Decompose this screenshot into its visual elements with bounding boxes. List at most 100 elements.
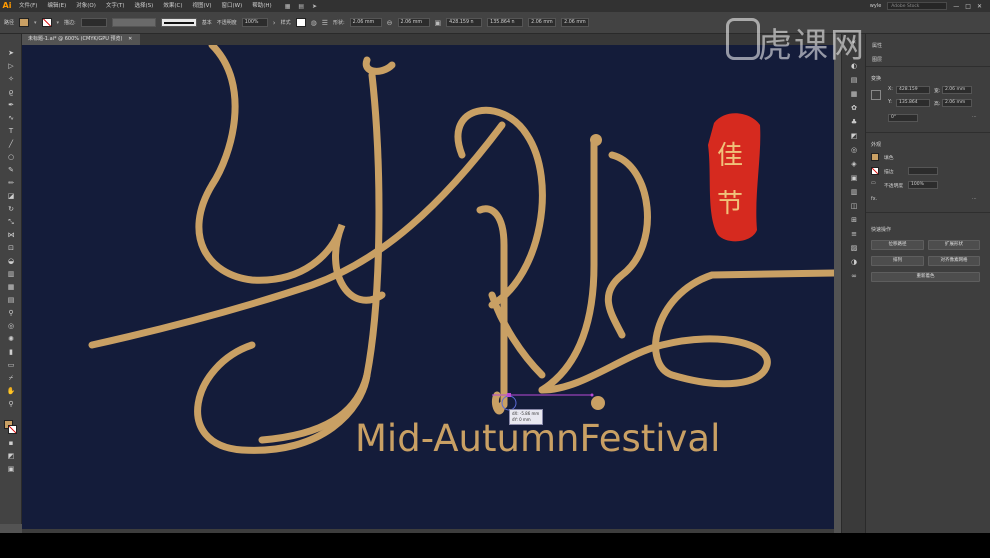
eyedropper-tool-icon[interactable]: ⚲ [5, 308, 17, 318]
appearance-fill-swatch[interactable] [871, 153, 879, 161]
magic-wand-tool-icon[interactable]: ✧ [5, 74, 17, 84]
symbols-icon[interactable]: ♣ [849, 118, 859, 127]
artboards-icon[interactable]: ▣ [849, 174, 859, 183]
stroke-color-swatch[interactable] [8, 425, 17, 434]
stroke-swatch[interactable] [41, 18, 52, 27]
recolor-button[interactable]: 重新着色 [871, 272, 980, 282]
arrange-documents-icon[interactable]: ▤ [298, 3, 304, 10]
free-transform-tool-icon[interactable]: ⊡ [5, 243, 17, 253]
eraser-tool-icon[interactable]: ◪ [5, 191, 17, 201]
more-options-icon[interactable]: ⋯ [972, 197, 977, 202]
menu-object[interactable]: 对象(O) [71, 0, 101, 12]
close-tab-icon[interactable]: ✕ [128, 36, 132, 42]
graphic-style-swatch[interactable] [295, 18, 306, 27]
appearance-opacity-input[interactable]: 100% [908, 181, 938, 189]
y-field[interactable]: 135.864 n [487, 18, 524, 27]
close-window-button[interactable]: ✕ [977, 3, 982, 10]
arrange-button[interactable]: 排列 [871, 256, 924, 266]
shape-height-field[interactable]: 2.06 mm [397, 18, 430, 27]
curvature-tool-icon[interactable]: ∿ [5, 113, 17, 123]
opacity-field[interactable]: 100% [241, 18, 268, 27]
rotate-tool-icon[interactable]: ↻ [5, 204, 17, 214]
type-tool-icon[interactable]: T [5, 126, 17, 136]
reference-point-icon[interactable] [871, 90, 881, 100]
slice-tool-icon[interactable]: ⌿ [5, 373, 17, 383]
mesh-tool-icon[interactable]: ▦ [5, 282, 17, 292]
scale-tool-icon[interactable]: ⤡ [5, 217, 17, 227]
blend-tool-icon[interactable]: ◎ [5, 321, 17, 331]
width-field[interactable]: 2.06 mm [528, 18, 557, 27]
menu-window[interactable]: 窗口(W) [217, 0, 248, 12]
align-icon[interactable]: ☰ [322, 19, 328, 27]
align-to-pixel-grid-button[interactable]: 对齐像素网格 [928, 256, 980, 266]
w-input[interactable]: 2.06 mm [942, 86, 972, 94]
brush-definition-field[interactable] [160, 18, 197, 27]
screen-mode-icon[interactable]: ▣ [5, 464, 17, 474]
ellipse-tool-icon[interactable]: ○ [5, 152, 17, 162]
canvas[interactable]: 佳 节 Mid-AutumnFestival dX: -5.86 mm dY: … [22, 45, 834, 529]
menu-select[interactable]: 选择(S) [130, 0, 159, 12]
x-field[interactable]: 428.159 n [446, 18, 483, 27]
appearance-stroke-swatch[interactable] [871, 167, 879, 175]
lasso-tool-icon[interactable]: ϱ [5, 87, 17, 97]
perspective-grid-tool-icon[interactable]: ▥ [5, 269, 17, 279]
reference-point-icon[interactable]: ▣ [435, 19, 442, 27]
stock-search-input[interactable]: Adobe Stock [887, 2, 948, 10]
symbol-sprayer-tool-icon[interactable]: ✺ [5, 334, 17, 344]
tab-properties[interactable]: 属性 [872, 42, 882, 49]
menu-effect[interactable]: 效果(C) [158, 0, 187, 12]
swatches-icon[interactable]: ▦ [849, 90, 859, 99]
transparency-icon[interactable]: ◑ [849, 258, 859, 267]
variable-width-field[interactable] [111, 18, 156, 27]
fill-swatch[interactable] [19, 18, 30, 27]
y-input[interactable]: 135.864 [896, 99, 930, 107]
h-input[interactable]: 2.06 mm [942, 99, 972, 107]
paintbrush-tool-icon[interactable]: ✎ [5, 165, 17, 175]
tab-layers[interactable]: 图层 [872, 56, 882, 63]
shape-builder-tool-icon[interactable]: ◒ [5, 256, 17, 266]
menu-type[interactable]: 文字(T) [101, 0, 130, 12]
gradient-tool-icon[interactable]: ▤ [5, 295, 17, 305]
artboard-tool-icon[interactable]: ▭ [5, 360, 17, 370]
chevron-down-icon[interactable]: ▾ [34, 20, 37, 26]
recolor-icon[interactable]: ◍ [311, 19, 317, 27]
width-tool-icon[interactable]: ⋈ [5, 230, 17, 240]
zoom-tool-icon[interactable]: ⚲ [5, 399, 17, 409]
send-icon[interactable]: ➤ [312, 3, 317, 10]
offset-path-button[interactable]: 位移路径 [871, 240, 924, 250]
link-icon[interactable]: ⊖ [387, 19, 393, 27]
layers-icon[interactable]: ◈ [849, 160, 859, 169]
chevron-right-icon[interactable]: › [273, 19, 276, 27]
more-options-icon[interactable]: ⋯ [972, 115, 977, 120]
expand-shape-button[interactable]: 扩展形状 [928, 240, 980, 250]
appearance-stroke-weight[interactable] [908, 167, 938, 175]
graphic-styles-icon[interactable]: ◩ [849, 132, 859, 141]
maximize-button[interactable]: □ [965, 3, 971, 10]
fx-button[interactable]: fx. [871, 197, 877, 202]
column-graph-tool-icon[interactable]: ▮ [5, 347, 17, 357]
menu-file[interactable]: 文件(F) [14, 0, 42, 12]
links-icon[interactable]: ∞ [849, 272, 859, 281]
stroke-panel-icon[interactable]: ≡ [849, 230, 859, 239]
line-tool-icon[interactable]: ╱ [5, 139, 17, 149]
x-input[interactable]: 428.159 [896, 86, 930, 94]
menu-view[interactable]: 视图(V) [187, 0, 216, 12]
stroke-weight-field[interactable] [80, 18, 107, 27]
angle-input[interactable]: 0° [888, 114, 918, 122]
color-guide-icon[interactable]: ▤ [849, 76, 859, 85]
pathfinder-icon[interactable]: ◫ [849, 202, 859, 211]
selection-tool-icon[interactable]: ➤ [5, 48, 17, 58]
transform-panel-icon[interactable]: ⊞ [849, 216, 859, 225]
color-mode-icon[interactable]: ▪ [5, 438, 17, 448]
menu-help[interactable]: 帮助(H) [247, 0, 276, 12]
workspace-switcher[interactable]: wyle [870, 3, 882, 9]
chevron-down-icon[interactable]: ▾ [57, 20, 60, 26]
drawing-mode-icon[interactable]: ◩ [5, 451, 17, 461]
height-field[interactable]: 2.06 mm [561, 18, 590, 27]
appearance-icon[interactable]: ◎ [849, 146, 859, 155]
shape-width-field[interactable]: 2.06 mm [349, 18, 382, 27]
hand-tool-icon[interactable]: ✋ [5, 386, 17, 396]
bridge-icon[interactable]: ▦ [285, 3, 291, 10]
align-panel-icon[interactable]: ▥ [849, 188, 859, 197]
direct-selection-tool-icon[interactable]: ▷ [5, 61, 17, 71]
